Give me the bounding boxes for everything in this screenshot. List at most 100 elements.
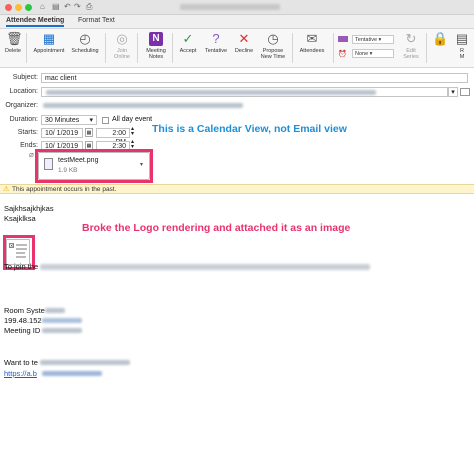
want-to-text: Want to te <box>4 358 38 367</box>
meeting-id-text: Meeting ID <box>4 326 41 335</box>
show-as-value: Tentative <box>355 37 378 43</box>
propose-new-time-button[interactable]: ◷ Propose New Time <box>257 31 289 61</box>
location-dropdown[interactable]: ▾ <box>448 87 458 97</box>
start-time-field[interactable]: 2:00 PM <box>96 128 130 146</box>
bell-icon: ⏰ <box>338 51 347 58</box>
annotation-logo-note: Broke the Logo rendering and attached it… <box>82 222 351 234</box>
start-date-field[interactable]: 10/ 1/2019 <box>41 128 83 138</box>
divider <box>172 33 173 63</box>
starts-label: Starts: <box>17 129 38 136</box>
meeting-notes-button[interactable]: N Meeting Notes <box>142 32 170 60</box>
info-bar: ⚠ This appointment occurs in the past. <box>0 184 474 194</box>
meeting-id-redacted <box>42 328 82 333</box>
appointment-label: Appointment <box>33 48 65 54</box>
edit-series-button[interactable]: ↻ Edit Series <box>400 31 422 61</box>
join-online-button[interactable]: ◎ Join Online <box>110 31 134 61</box>
divider <box>292 33 293 63</box>
info-bar-text: This appointment occurs in the past. <box>12 186 117 193</box>
reminder-value: None <box>355 51 369 57</box>
reminder-dropdown[interactable]: None ▾ <box>352 49 394 58</box>
delete-button[interactable]: 🗑 Delete <box>3 31 23 55</box>
location-label: Location: <box>9 88 38 95</box>
ribbon-tabs: Attendee Meeting Format Text <box>0 15 474 29</box>
decline-button[interactable]: ✕ Decline <box>231 31 257 55</box>
accept-button[interactable]: ✓ Accept <box>176 31 200 55</box>
duration-value: 30 Minutes <box>45 117 80 124</box>
title-bar: ⌂ ▤ ↶ ↷ ⎙ <box>0 0 474 15</box>
room-system-text: Room Syste <box>4 306 45 315</box>
divider <box>333 33 334 63</box>
subject-field[interactable]: mac client <box>41 73 468 83</box>
body-line-1: Sajkhsajkhjkas <box>4 204 54 213</box>
location-value-redacted <box>46 90 376 95</box>
accept-label: Accept <box>179 48 197 54</box>
ip-address-text: 199.48.152 <box>4 316 42 325</box>
calendar-picker-icon[interactable]: ▦ <box>85 128 93 137</box>
ip-address-redacted <box>42 318 82 323</box>
trash-icon: 🗑 <box>6 31 23 46</box>
rooms-icon[interactable] <box>460 88 470 96</box>
want-to-redacted <box>40 360 130 365</box>
print-icon[interactable]: ⎙ <box>86 2 92 12</box>
private-button[interactable]: 🔒 <box>430 32 448 48</box>
propose-label-2: New Time <box>260 54 286 60</box>
edit-series-label-2: Series <box>403 54 419 60</box>
subject-label: Subject: <box>12 74 38 81</box>
zoom-window-button[interactable] <box>25 4 32 11</box>
tentative-label: Tentative <box>204 48 227 54</box>
calendar-icon: ▦ <box>42 31 56 46</box>
join-text: To join the <box>4 262 39 271</box>
checkmark-icon: ✓ <box>182 31 194 46</box>
ends-label: Ends: <box>20 142 38 149</box>
show-as-dropdown[interactable]: Tentative ▾ <box>352 35 394 44</box>
tab-format-text[interactable]: Format Text <box>78 17 115 24</box>
organizer-label: Organizer: <box>5 102 38 109</box>
more-icon: ▤ <box>455 31 469 46</box>
divider <box>137 33 138 63</box>
scheduling-label: Scheduling <box>71 48 99 54</box>
more-label-2: M <box>459 54 465 60</box>
appointment-button[interactable]: ▦ Appointment <box>30 31 68 55</box>
tentative-button[interactable]: ? Tentative <box>201 31 231 55</box>
close-window-button[interactable] <box>5 4 12 11</box>
divider <box>26 33 27 63</box>
tab-attendee-meeting[interactable]: Attendee Meeting <box>6 17 65 27</box>
divider <box>105 33 106 63</box>
meeting-link[interactable]: https://a.b <box>4 369 37 378</box>
meeting-notes-label-2: Notes <box>148 54 164 60</box>
chevron-down-icon: ▾ <box>89 117 93 124</box>
question-icon: ? <box>212 31 220 46</box>
home-icon[interactable]: ⌂ <box>40 2 45 11</box>
body-line-2: Ksajklksa <box>4 214 36 223</box>
all-day-checkbox[interactable] <box>102 117 109 124</box>
duration-label: Duration: <box>9 116 38 123</box>
duration-dropdown[interactable]: 30 Minutes ▾ <box>41 115 97 125</box>
save-icon[interactable]: ▤ <box>52 2 60 11</box>
undo-icon[interactable]: ↶ <box>64 2 71 11</box>
onenote-icon: N <box>149 32 163 46</box>
join-text-redacted <box>40 264 370 270</box>
organizer-value-redacted <box>43 103 243 108</box>
paperclip-icon: ⌀ <box>29 150 34 159</box>
all-day-label: All day event <box>112 116 153 123</box>
meeting-link-redacted <box>42 371 102 376</box>
envelope-icon: ✉ <box>306 31 318 46</box>
clock-icon: ◷ <box>267 31 279 46</box>
divider <box>426 33 427 63</box>
location-field[interactable] <box>41 87 448 97</box>
category-color-icon[interactable] <box>338 36 348 42</box>
decline-label: Decline <box>234 48 254 54</box>
attendees-button[interactable]: ✉ Attendees <box>296 31 328 55</box>
redo-icon[interactable]: ↷ <box>74 2 81 11</box>
ribbon: 🗑 Delete ▦ Appointment ◴ Scheduling ◎ Jo… <box>0 29 474 68</box>
more-button[interactable]: ▤ R M <box>452 31 472 61</box>
minimize-window-button[interactable] <box>15 4 22 11</box>
annotation-calendar-view: This is a Calendar View, not Email view <box>152 123 347 135</box>
start-time-stepper[interactable]: ▴ ▾ <box>131 126 134 137</box>
x-icon: ✕ <box>238 31 250 46</box>
warning-icon: ⚠ <box>3 186 10 193</box>
lock-icon: 🔒 <box>432 31 449 46</box>
globe-icon: ◎ <box>116 31 128 46</box>
scheduling-button[interactable]: ◴ Scheduling <box>68 32 102 55</box>
edit-series-icon: ↻ <box>405 31 417 46</box>
